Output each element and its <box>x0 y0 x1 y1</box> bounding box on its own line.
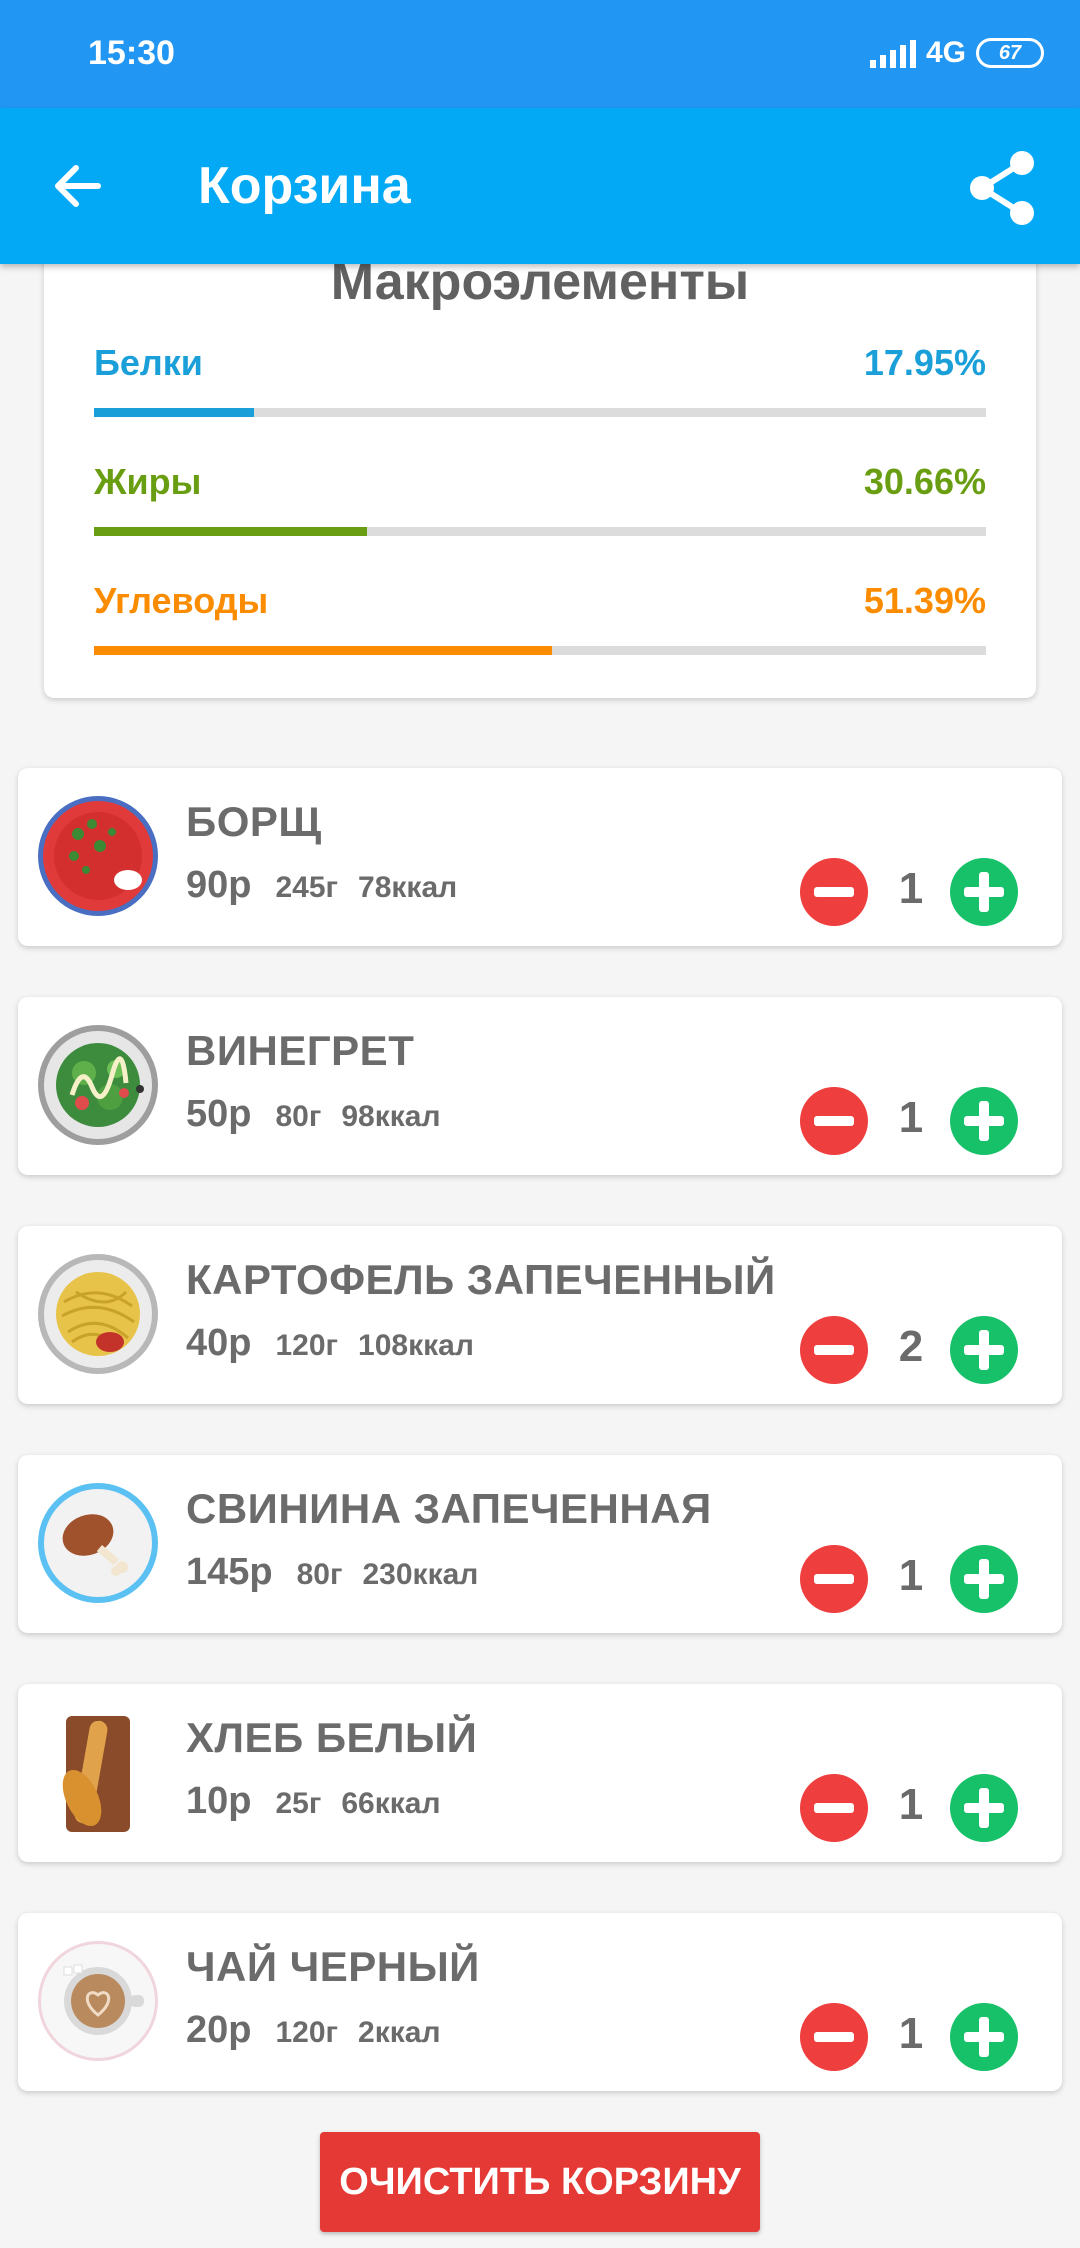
macro-progress-fill <box>94 527 368 536</box>
macro-value: 51.39% <box>863 580 986 621</box>
increase-quantity-button[interactable] <box>950 1545 1018 1613</box>
status-icons: 4G 67 <box>869 36 1044 70</box>
item-kcal: 98ккал <box>341 1100 441 1133</box>
salad-icon <box>36 1023 160 1147</box>
app-bar: Корзина <box>0 108 1080 264</box>
macro-value: 17.95% <box>863 342 986 383</box>
decrease-quantity-button[interactable] <box>800 1316 868 1384</box>
cart-item: СВИНИНА ЗАПЕЧЕННАЯ 145р 80г 230ккал 1 <box>18 1455 1062 1633</box>
item-kcal: 78ккал <box>358 871 458 904</box>
increase-quantity-button[interactable] <box>950 1774 1018 1842</box>
item-meta: 20р 120г 2ккал <box>186 2009 441 2052</box>
item-name: БОРЩ <box>186 798 322 845</box>
macro-progress-bar <box>94 646 986 655</box>
battery-icon: 67 <box>976 38 1044 68</box>
item-name: ЧАЙ ЧЕРНЫЙ <box>186 1943 480 1990</box>
quantity-value: 1 <box>898 2009 924 2058</box>
item-price: 90р <box>186 864 252 906</box>
quantity-value: 1 <box>898 1551 924 1600</box>
increase-quantity-button[interactable] <box>950 2003 1018 2071</box>
macro-row-carbs: Углеводы 51.39% <box>94 580 986 655</box>
item-weight: 80г <box>296 1558 343 1591</box>
status-bar: 15:30 4G 67 <box>0 0 1080 108</box>
decrease-quantity-button[interactable] <box>800 1774 868 1842</box>
item-weight: 120г <box>275 1329 339 1362</box>
cart-item: ЧАЙ ЧЕРНЫЙ 20р 120г 2ккал 1 <box>18 1913 1062 2091</box>
item-meta: 40р 120г 108ккал <box>186 1322 474 1365</box>
item-name: КАРТОФЕЛЬ ЗАПЕЧЕННЫЙ <box>186 1256 776 1303</box>
macro-label: Углеводы <box>94 580 269 621</box>
item-price: 40р <box>186 1322 252 1364</box>
item-meta: 50р 80г 98ккал <box>186 1093 441 1136</box>
item-kcal: 2ккал <box>358 2016 441 2049</box>
item-price: 10р <box>186 1780 252 1822</box>
item-name: ХЛЕБ БЕЛЫЙ <box>186 1714 478 1761</box>
cart-item: ХЛЕБ БЕЛЫЙ 10р 25г 66ккал 1 <box>18 1684 1062 1862</box>
network-type: 4G <box>925 36 966 69</box>
tea-cup-icon <box>36 1939 160 2063</box>
cart-item: БОРЩ 90р 245г 78ккал 1 <box>18 768 1062 946</box>
item-meta: 90р 245г 78ккал <box>186 864 457 907</box>
macro-label: Белки <box>94 342 203 383</box>
item-meta: 145р 80г 230ккал <box>186 1551 478 1594</box>
decrease-quantity-button[interactable] <box>800 858 868 926</box>
bread-icon <box>36 1710 160 1834</box>
item-kcal: 230ккал <box>362 1558 479 1591</box>
item-weight: 80г <box>275 1100 322 1133</box>
share-icon[interactable] <box>962 148 1042 228</box>
battery-level: 67 <box>998 41 1022 64</box>
macro-progress-bar <box>94 408 986 417</box>
clear-cart-button[interactable]: ОЧИСТИТЬ КОРЗИНУ <box>320 2132 760 2232</box>
item-kcal: 66ккал <box>341 1787 441 1820</box>
decrease-quantity-button[interactable] <box>800 1087 868 1155</box>
status-time: 15:30 <box>88 34 175 72</box>
item-meta: 10р 25г 66ккал <box>186 1780 441 1823</box>
item-weight: 25г <box>275 1787 322 1820</box>
pasta-icon <box>36 1252 160 1376</box>
macro-row-fat: Жиры 30.66% <box>94 461 986 536</box>
cart-item: КАРТОФЕЛЬ ЗАПЕЧЕННЫЙ 40р 120г 108ккал 2 <box>18 1226 1062 1404</box>
item-weight: 245г <box>275 871 339 904</box>
item-price: 20р <box>186 2009 252 2051</box>
item-price: 145р <box>186 1551 273 1593</box>
increase-quantity-button[interactable] <box>950 1087 1018 1155</box>
increase-quantity-button[interactable] <box>950 1316 1018 1384</box>
item-price: 50р <box>186 1093 252 1135</box>
meat-leg-icon <box>36 1481 160 1605</box>
back-arrow-icon[interactable] <box>48 156 108 216</box>
item-kcal: 108ккал <box>358 1329 474 1362</box>
macro-label: Жиры <box>94 461 202 502</box>
quantity-value: 1 <box>898 1780 924 1829</box>
quantity-value: 2 <box>898 1322 924 1371</box>
cart-item: ВИНЕГРЕТ 50р 80г 98ккал 1 <box>18 997 1062 1175</box>
macro-progress-fill <box>94 408 255 417</box>
item-name: ВИНЕГРЕТ <box>186 1027 415 1074</box>
macro-row-protein: Белки 17.95% <box>94 342 986 417</box>
decrease-quantity-button[interactable] <box>800 1545 868 1613</box>
borscht-icon <box>36 794 160 918</box>
increase-quantity-button[interactable] <box>950 858 1018 926</box>
page-title: Корзина <box>198 157 411 215</box>
macro-progress-fill <box>94 646 553 655</box>
decrease-quantity-button[interactable] <box>800 2003 868 2071</box>
macros-card: Макроэлементы Белки 17.95% Жиры 30.66% У… <box>44 230 1036 698</box>
quantity-value: 1 <box>898 1093 924 1142</box>
signal-icon <box>869 38 916 68</box>
macro-progress-bar <box>94 527 986 536</box>
item-name: СВИНИНА ЗАПЕЧЕННАЯ <box>186 1485 712 1532</box>
macro-value: 30.66% <box>863 461 986 502</box>
item-weight: 120г <box>275 2016 339 2049</box>
quantity-value: 1 <box>898 864 924 913</box>
